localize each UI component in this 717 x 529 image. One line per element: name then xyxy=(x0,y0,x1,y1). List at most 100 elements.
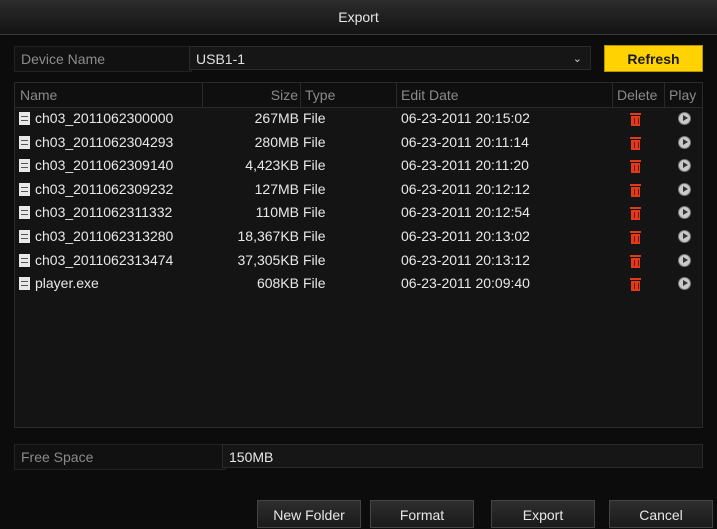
file-size: 127MB xyxy=(254,180,299,197)
delete-button[interactable] xyxy=(619,107,651,131)
file-type: File xyxy=(303,275,326,292)
file-size: 18,367KB xyxy=(237,227,300,244)
file-name: ch03_2011062300000 xyxy=(35,110,174,126)
trash-icon xyxy=(629,136,641,150)
file-size: 4,423KB xyxy=(245,157,299,174)
trash-icon xyxy=(629,159,641,174)
file-type: File xyxy=(303,180,326,197)
play-icon xyxy=(677,229,691,243)
delete-button[interactable] xyxy=(619,225,651,249)
column-header-edit-date[interactable]: Edit Date xyxy=(397,83,613,107)
trash-icon xyxy=(629,206,641,221)
file-edit-date: 06-23-2011 20:15:02 xyxy=(401,110,530,126)
file-type: File xyxy=(303,133,326,150)
free-space-label: Free Space xyxy=(14,444,226,470)
file-rows: ch03_2011062300000 267MB File 06-23-2011… xyxy=(15,107,702,296)
file-type: File xyxy=(303,110,326,126)
file-edit-date: 06-23-2011 20:13:12 xyxy=(401,251,530,268)
play-button[interactable] xyxy=(671,178,697,202)
file-size: 608KB xyxy=(256,275,299,292)
file-icon xyxy=(19,206,30,220)
file-icon xyxy=(19,135,30,149)
table-row[interactable]: player.exe 608KB File 06-23-2011 20:09:4… xyxy=(15,272,702,296)
file-size: 110MB xyxy=(255,204,299,221)
file-name-cell: player.exe xyxy=(19,272,203,296)
device-name-label: Device Name xyxy=(14,46,192,72)
file-name: ch03_2011062313474 xyxy=(35,251,174,268)
delete-button[interactable] xyxy=(619,154,651,178)
play-button[interactable] xyxy=(671,107,697,131)
file-name: ch03_2011062309140 xyxy=(35,157,174,174)
table-row[interactable]: ch03_2011062309140 4,423KB File 06-23-20… xyxy=(15,154,702,178)
file-list: Name Size Type Edit Date Delete Play ch0… xyxy=(14,82,703,428)
export-button[interactable]: Export xyxy=(491,500,595,528)
file-icon xyxy=(19,253,30,267)
format-button[interactable]: Format xyxy=(370,500,474,528)
file-size: 267MB xyxy=(254,110,299,126)
delete-button[interactable] xyxy=(619,178,651,202)
table-row[interactable]: ch03_2011062313280 18,367KB File 06-23-2… xyxy=(15,225,702,249)
play-icon xyxy=(677,277,691,291)
chevron-down-icon[interactable]: ⌄ xyxy=(573,47,582,71)
play-button[interactable] xyxy=(671,249,697,273)
file-edit-date: 06-23-2011 20:13:02 xyxy=(401,227,530,244)
play-icon xyxy=(677,159,691,173)
cancel-button[interactable]: Cancel xyxy=(609,500,713,528)
file-type: File xyxy=(303,251,326,268)
file-type: File xyxy=(303,204,326,221)
table-row[interactable]: ch03_2011062311332 110MB File 06-23-2011… xyxy=(15,201,702,225)
play-icon xyxy=(677,112,691,125)
file-icon xyxy=(19,112,30,125)
file-name-cell: ch03_2011062300000 xyxy=(19,107,203,131)
column-header-name[interactable]: Name xyxy=(15,83,203,107)
table-row[interactable]: ch03_2011062309232 127MB File 06-23-2011… xyxy=(15,178,702,202)
delete-button[interactable] xyxy=(619,249,651,273)
play-button[interactable] xyxy=(671,201,697,225)
file-type: File xyxy=(303,227,326,244)
device-select[interactable]: USB1-1 ⌄ xyxy=(189,46,591,70)
file-name: ch03_2011062309232 xyxy=(35,180,174,197)
trash-icon xyxy=(629,254,641,268)
trash-icon xyxy=(629,112,641,126)
table-row[interactable]: ch03_2011062304293 280MB File 06-23-2011… xyxy=(15,131,702,155)
play-button[interactable] xyxy=(671,154,697,178)
delete-button[interactable] xyxy=(619,272,651,296)
file-name-cell: ch03_2011062313474 xyxy=(19,249,203,273)
file-name: player.exe xyxy=(35,275,99,292)
trash-icon xyxy=(629,230,641,244)
file-name-cell: ch03_2011062304293 xyxy=(19,131,203,155)
column-header-delete: Delete xyxy=(613,83,665,107)
file-name-cell: ch03_2011062309232 xyxy=(19,178,203,202)
trash-icon xyxy=(629,277,641,292)
file-name-cell: ch03_2011062313280 xyxy=(19,225,203,249)
trash-icon xyxy=(629,183,641,197)
file-icon xyxy=(19,159,30,173)
table-row[interactable]: ch03_2011062300000 267MB File 06-23-2011… xyxy=(15,107,702,131)
play-button[interactable] xyxy=(671,272,697,296)
file-size: 280MB xyxy=(254,133,299,150)
refresh-button[interactable]: Refresh xyxy=(604,45,703,72)
file-size: 37,305KB xyxy=(237,251,300,268)
delete-button[interactable] xyxy=(619,201,651,225)
device-select-value: USB1-1 xyxy=(196,51,246,67)
play-icon xyxy=(677,182,691,196)
file-icon xyxy=(19,229,30,243)
file-icon xyxy=(19,182,30,196)
file-name-cell: ch03_2011062309140 xyxy=(19,154,203,178)
column-header-type[interactable]: Type xyxy=(301,83,397,107)
file-edit-date: 06-23-2011 20:09:40 xyxy=(401,275,530,292)
play-icon xyxy=(677,206,691,220)
column-header-size[interactable]: Size xyxy=(203,83,301,107)
file-list-header: Name Size Type Edit Date Delete Play xyxy=(15,83,702,108)
play-icon xyxy=(677,253,691,267)
file-icon xyxy=(19,277,30,291)
table-row[interactable]: ch03_2011062313474 37,305KB File 06-23-2… xyxy=(15,249,702,273)
file-name: ch03_2011062304293 xyxy=(35,133,174,150)
file-name: ch03_2011062311332 xyxy=(35,204,173,221)
file-edit-date: 06-23-2011 20:11:14 xyxy=(401,133,529,150)
new-folder-button[interactable]: New Folder xyxy=(257,500,361,528)
file-name-cell: ch03_2011062311332 xyxy=(19,201,203,225)
play-button[interactable] xyxy=(671,131,697,155)
play-button[interactable] xyxy=(671,225,697,249)
delete-button[interactable] xyxy=(619,131,651,155)
